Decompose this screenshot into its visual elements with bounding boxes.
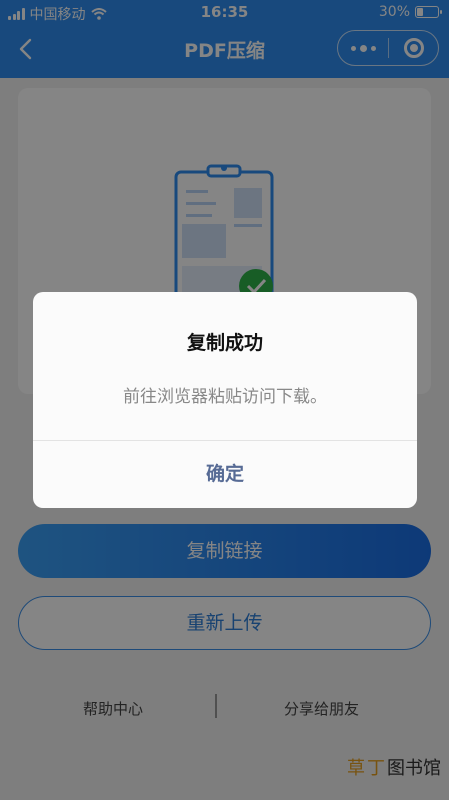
dialog-message: 前往浏览器粘贴访问下载。 [123, 387, 327, 407]
copy-success-dialog: 复制成功 前往浏览器粘贴访问下载。 确定 [33, 292, 417, 508]
dialog-confirm-button[interactable]: 确定 [33, 441, 417, 508]
dialog-title: 复制成功 [186, 332, 263, 354]
